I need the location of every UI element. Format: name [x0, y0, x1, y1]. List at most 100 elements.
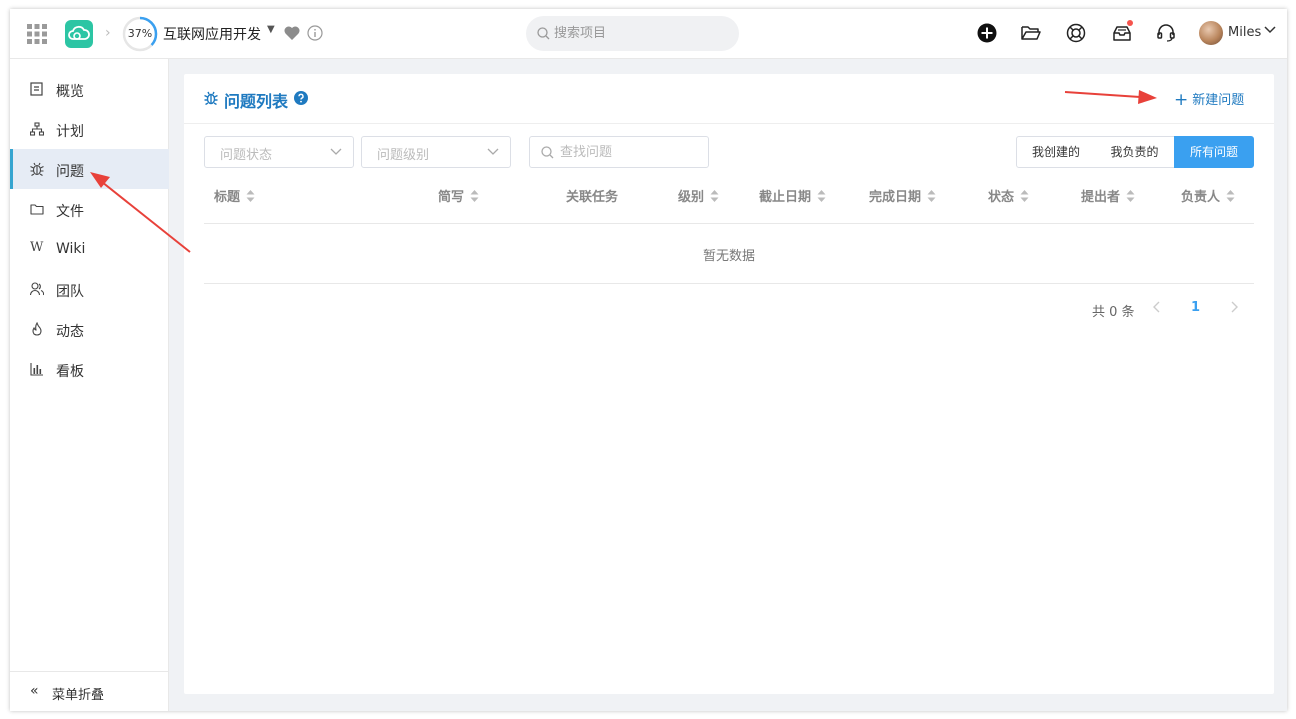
sidebar-item-label: 文件 — [56, 204, 84, 220]
issue-search[interactable] — [529, 136, 709, 168]
sort-icon — [470, 190, 479, 202]
pagination-total: 共 0 条 — [1092, 305, 1135, 320]
issue-status-placeholder: 问题状态 — [220, 148, 273, 163]
filter-all-issues-button[interactable]: 所有问题 — [1174, 136, 1254, 168]
user-menu-chevron-down-icon[interactable] — [1264, 26, 1276, 34]
pagination-next-chevron-right-icon[interactable] — [1229, 300, 1239, 314]
issue-level-select[interactable]: 问题级别 — [361, 136, 511, 168]
issue-search-input[interactable] — [560, 137, 700, 167]
column-header-deadline[interactable]: 截止日期 — [759, 186, 826, 205]
sidebar-item-issues[interactable]: 问题 — [10, 149, 169, 189]
table-divider — [204, 223, 1254, 224]
issue-list-panel: 问题列表 +新建问题 问题状态 问题级别 我创建的 我 — [184, 74, 1274, 694]
info-icon[interactable] — [307, 25, 323, 41]
bug-icon — [204, 91, 218, 105]
column-header-abbr[interactable]: 简写 — [438, 186, 479, 205]
sidebar-item-team[interactable]: 团队 — [10, 269, 169, 309]
help-question-icon[interactable] — [294, 91, 308, 105]
table-divider — [204, 283, 1254, 284]
filter-created-by-me-button[interactable]: 我创建的 — [1016, 136, 1096, 168]
app-window: › 37% 互联网应用开发 ▼ 搜索项目 Miles 概览 计划 问题 文件 W… — [10, 9, 1287, 711]
apps-grid-icon[interactable] — [27, 24, 47, 44]
sidebar-item-label: 概览 — [56, 84, 84, 100]
sidebar: 概览 计划 问题 文件 W Wiki 团队 动态 看板 « 菜单折叠 — [10, 59, 169, 711]
pagination-current-page[interactable]: 1 — [1191, 300, 1200, 315]
sidebar-item-label: 动态 — [56, 324, 84, 340]
sidebar-item-files[interactable]: 文件 — [10, 189, 169, 229]
project-search[interactable] — [526, 16, 739, 51]
top-bar: › 37% 互联网应用开发 ▼ 搜索项目 Miles — [10, 9, 1287, 59]
sort-icon — [1226, 190, 1235, 202]
column-header-level[interactable]: 级别 — [678, 186, 719, 205]
folder-icon — [30, 204, 44, 215]
plan-icon — [30, 122, 44, 136]
plus-icon: + — [1174, 90, 1189, 110]
help-lifebuoy-icon[interactable] — [1065, 22, 1087, 44]
sort-icon — [927, 190, 936, 202]
column-header-label: 完成日期 — [869, 190, 922, 205]
empty-state-text: 暂无数据 — [702, 249, 755, 264]
filter-assigned-to-me-button[interactable]: 我负责的 — [1095, 136, 1175, 168]
sort-icon — [246, 190, 255, 202]
headset-support-icon[interactable] — [1155, 22, 1177, 44]
username[interactable]: Miles — [1228, 25, 1261, 40]
cloud-logo-icon[interactable] — [65, 20, 93, 48]
column-header-assignee[interactable]: 负责人 — [1181, 186, 1235, 205]
sort-icon — [1126, 190, 1135, 202]
column-header-status[interactable]: 状态 — [988, 186, 1029, 205]
folder-open-icon[interactable] — [1020, 22, 1042, 44]
project-name[interactable]: 互联网应用开发 — [163, 24, 261, 44]
new-issue-label: 新建问题 — [1192, 93, 1245, 108]
column-header-label: 级别 — [678, 190, 705, 205]
sidebar-item-wiki[interactable]: W Wiki — [10, 229, 169, 269]
sidebar-item-board[interactable]: 看板 — [10, 349, 169, 389]
pagination-prev-chevron-left-icon[interactable] — [1152, 300, 1162, 314]
chevron-down-icon — [330, 148, 342, 155]
sidebar-item-label: 问题 — [56, 164, 84, 180]
sort-icon — [817, 190, 826, 202]
sidebar-item-plan[interactable]: 计划 — [10, 109, 169, 149]
project-progress-text: 37% — [127, 27, 153, 40]
sidebar-item-label: 计划 — [56, 124, 84, 140]
user-avatar[interactable] — [1199, 21, 1223, 45]
column-header-label: 关联任务 — [566, 190, 619, 205]
wiki-icon: W — [30, 240, 44, 255]
double-chevron-left-icon: « — [30, 683, 39, 699]
menu-collapse-button[interactable]: « 菜单折叠 — [10, 671, 169, 711]
new-issue-button[interactable]: + 新建问题 — [1174, 89, 1244, 110]
sort-icon — [710, 190, 719, 202]
sidebar-item-overview[interactable]: 概览 — [10, 69, 169, 109]
column-header-label: 提出者 — [1081, 190, 1121, 205]
column-header-label: 简写 — [438, 190, 465, 205]
search-icon — [541, 146, 554, 159]
column-header-title[interactable]: 标题 — [214, 186, 255, 205]
team-icon — [30, 282, 44, 296]
column-header-label: 截止日期 — [759, 190, 812, 205]
issue-status-select[interactable]: 问题状态 — [204, 136, 354, 168]
sidebar-item-label: 看板 — [56, 364, 84, 380]
overview-icon — [30, 82, 43, 96]
project-dropdown-icon[interactable]: ▼ — [267, 24, 275, 35]
notification-dot — [1127, 20, 1133, 26]
sidebar-item-label: 团队 — [56, 284, 84, 300]
chevron-down-icon — [487, 148, 499, 155]
favorite-heart-icon[interactable] — [283, 24, 301, 42]
fire-icon — [32, 322, 42, 336]
menu-collapse-label: 菜单折叠 — [52, 688, 105, 703]
column-header-label: 状态 — [988, 190, 1015, 205]
column-header-label: 负责人 — [1181, 190, 1221, 205]
issue-level-placeholder: 问题级别 — [377, 148, 430, 163]
chart-icon — [30, 363, 43, 376]
column-header-related-task: 关联任务 — [566, 186, 618, 205]
column-header-label: 标题 — [214, 190, 241, 205]
search-icon — [537, 27, 550, 40]
add-circle-icon[interactable] — [976, 22, 998, 44]
sidebar-item-label: Wiki — [56, 241, 86, 257]
column-header-reporter[interactable]: 提出者 — [1081, 186, 1135, 205]
sidebar-item-activity[interactable]: 动态 — [10, 309, 169, 349]
panel-header: 问题列表 + 新建问题 — [184, 74, 1274, 124]
project-search-input[interactable] — [554, 16, 734, 51]
column-header-completed-date[interactable]: 完成日期 — [869, 186, 936, 205]
sort-icon — [1020, 190, 1029, 202]
bug-icon — [30, 162, 44, 176]
